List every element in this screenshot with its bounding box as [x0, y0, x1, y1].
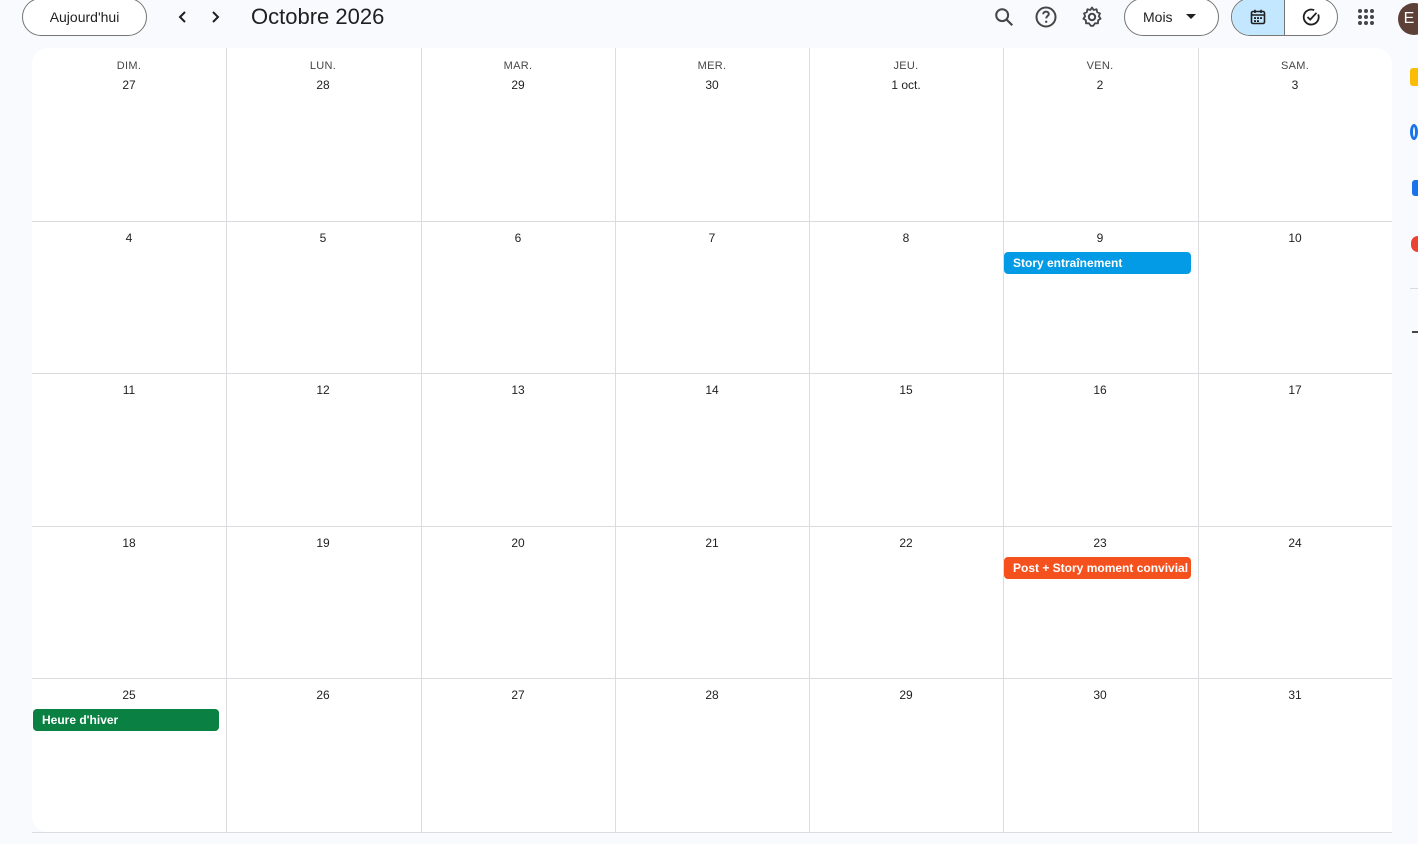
search-button[interactable] — [988, 1, 1020, 33]
day-number[interactable]: 18 — [32, 536, 226, 550]
event-chip[interactable]: Story entraînement — [1004, 252, 1191, 274]
top-toolbar: Aujourd'hui Octobre 2026 Mois E — [0, 0, 1418, 48]
day-cell[interactable] — [421, 48, 615, 221]
search-icon — [995, 8, 1014, 27]
day-cell[interactable] — [32, 48, 226, 221]
day-number[interactable]: 6 — [421, 231, 615, 245]
today-button[interactable]: Aujourd'hui — [22, 0, 147, 36]
day-number[interactable]: 4 — [32, 231, 226, 245]
grid-bottom-divider — [32, 832, 1392, 833]
contacts-icon[interactable] — [1412, 180, 1418, 196]
add-addon-icon[interactable] — [1412, 331, 1418, 333]
month-grid: DIM. LUN. MAR. MER. JEU. VEN. SAM. 27 28 29 30 1 oc… — [32, 48, 1392, 832]
event-chip[interactable]: Heure d'hiver — [33, 709, 219, 731]
day-number[interactable]: 8 — [809, 231, 1003, 245]
day-number[interactable]: 29 — [809, 688, 1003, 702]
day-number[interactable]: 5 — [226, 231, 420, 245]
day-number[interactable]: 7 — [615, 231, 809, 245]
view-selector-label: Mois — [1143, 9, 1173, 25]
day-number[interactable]: 21 — [615, 536, 809, 550]
day-cell[interactable] — [809, 48, 1003, 221]
apps-grid-icon — [1358, 9, 1374, 25]
next-month-button[interactable] — [201, 3, 229, 31]
maps-icon[interactable] — [1411, 236, 1418, 252]
google-apps-button[interactable] — [1350, 1, 1382, 33]
day-number[interactable]: 12 — [226, 383, 420, 397]
calendar-view-toggle[interactable] — [1232, 0, 1284, 35]
tasks-view-toggle[interactable] — [1284, 0, 1337, 35]
previous-month-button[interactable] — [169, 3, 197, 31]
day-number[interactable]: 20 — [421, 536, 615, 550]
day-number[interactable]: 11 — [32, 383, 226, 397]
day-number[interactable]: 19 — [226, 536, 420, 550]
day-cell[interactable] — [1198, 48, 1392, 221]
day-number[interactable]: 16 — [1003, 383, 1197, 397]
account-avatar[interactable]: E — [1398, 3, 1418, 35]
day-number[interactable]: 2 — [1003, 78, 1197, 92]
help-icon — [1035, 6, 1057, 28]
tasks-icon[interactable] — [1410, 124, 1418, 140]
day-number[interactable]: 1 oct. — [809, 78, 1003, 92]
side-panel-divider — [1410, 288, 1418, 289]
day-cell[interactable] — [615, 48, 809, 221]
check-circle-icon — [1302, 8, 1320, 26]
day-number[interactable]: 13 — [421, 383, 615, 397]
keep-icon[interactable] — [1410, 68, 1418, 86]
caret-down-icon — [1186, 14, 1196, 19]
day-number[interactable]: 28 — [226, 78, 420, 92]
day-number[interactable]: 25 — [32, 688, 226, 702]
help-button[interactable] — [1030, 1, 1062, 33]
day-cell[interactable] — [1003, 48, 1198, 221]
day-cell[interactable] — [226, 48, 421, 221]
day-number[interactable]: 15 — [809, 383, 1003, 397]
day-number[interactable]: 26 — [226, 688, 420, 702]
view-toggle-group — [1231, 0, 1338, 36]
chevron-right-icon — [212, 11, 220, 23]
day-number[interactable]: 22 — [809, 536, 1003, 550]
day-number[interactable]: 31 — [1198, 688, 1392, 702]
day-number[interactable]: 23 — [1003, 536, 1197, 550]
day-number[interactable]: 28 — [615, 688, 809, 702]
month-title: Octobre 2026 — [251, 4, 385, 29]
day-number[interactable]: 3 — [1198, 78, 1392, 92]
day-number[interactable]: 17 — [1198, 383, 1392, 397]
day-number[interactable]: 27 — [32, 78, 226, 92]
day-number[interactable]: 10 — [1198, 231, 1392, 245]
day-number[interactable]: 29 — [421, 78, 615, 92]
day-number[interactable]: 30 — [1003, 688, 1197, 702]
event-chip[interactable]: Post + Story moment convivial — [1004, 557, 1191, 579]
day-number[interactable]: 14 — [615, 383, 809, 397]
day-number[interactable]: 24 — [1198, 536, 1392, 550]
day-number[interactable]: 9 — [1003, 231, 1197, 245]
day-number[interactable]: 30 — [615, 78, 809, 92]
settings-button[interactable] — [1076, 1, 1108, 33]
day-number[interactable]: 27 — [421, 688, 615, 702]
gear-icon — [1082, 6, 1102, 27]
chevron-left-icon — [178, 11, 186, 23]
view-selector-dropdown[interactable]: Mois — [1124, 0, 1219, 36]
calendar-icon — [1250, 9, 1266, 25]
